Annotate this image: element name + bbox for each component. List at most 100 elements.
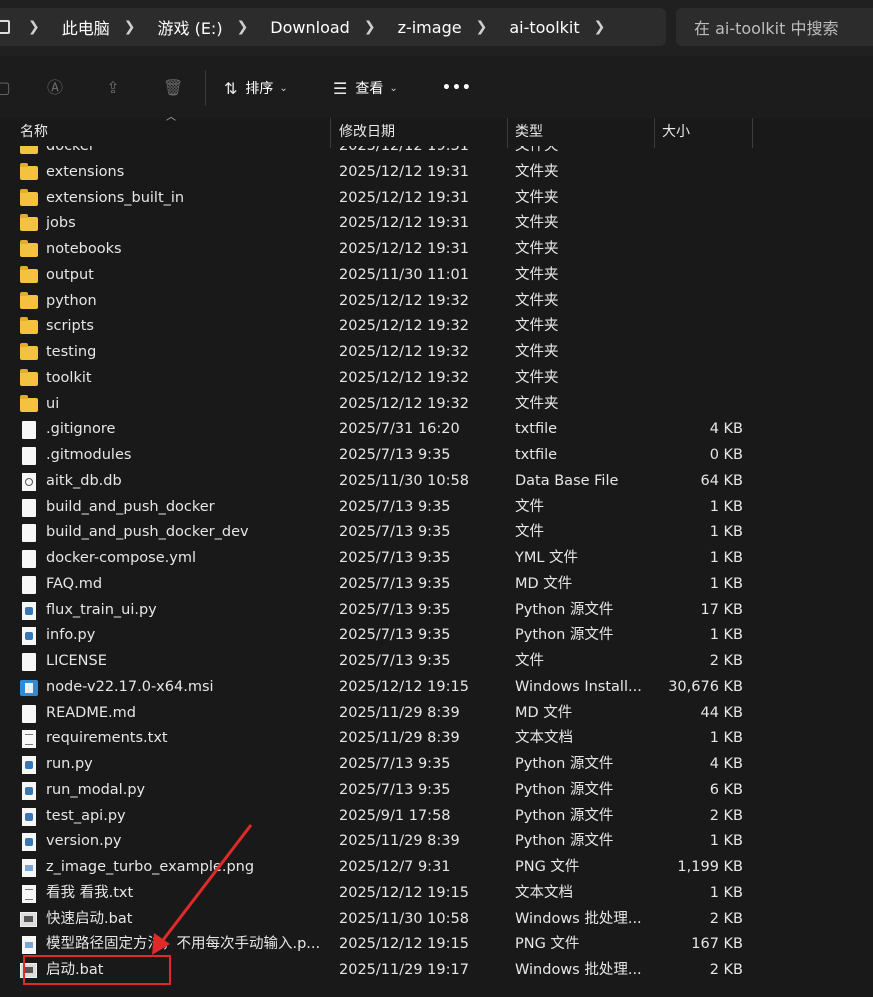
file-row[interactable]: run.py 2025/7/13 9:35 Python 源文件 4 KB	[0, 752, 873, 778]
file-row[interactable]: scripts 2025/12/12 19:32 文件夹	[0, 314, 873, 340]
file-modified-date: 2025/12/12 19:32	[339, 318, 469, 335]
file-name: jobs	[46, 215, 76, 232]
breadcrumb[interactable]: ❯ 此电脑 ❯ 游戏 (E:) ❯ Download ❯ z-image ❯ ai-to…	[0, 8, 666, 46]
file-modified-date: 2025/12/12 19:15	[339, 678, 469, 695]
file-size: 30,676 KB	[668, 678, 743, 695]
file-row[interactable]: notebooks 2025/12/12 19:31 文件夹	[0, 237, 873, 263]
file-row[interactable]: .gitignore 2025/7/31 16:20 txtfile 4 KB	[0, 417, 873, 443]
breadcrumb-item[interactable]: Download ❯	[270, 18, 397, 37]
file-modified-date: 2025/11/29 8:39	[339, 833, 460, 850]
file-row[interactable]: README.md 2025/11/29 8:39 MD 文件 44 KB	[0, 701, 873, 727]
file-row[interactable]: build_and_push_docker_dev 2025/7/13 9:35 文…	[0, 520, 873, 546]
file-row[interactable]: 快速启动.bat 2025/11/30 10:58 Windows 批处理... 2 …	[0, 907, 873, 933]
chevron-right-icon[interactable]: ❯	[476, 19, 488, 35]
breadcrumb-label[interactable]: Download	[270, 18, 350, 37]
file-modified-date: 2025/11/29 19:17	[339, 962, 469, 978]
file-row[interactable]: .gitmodules 2025/7/13 9:35 txtfile 0 KB	[0, 443, 873, 469]
file-row[interactable]: docker 2025/12/12 19:31 文件夹	[0, 146, 873, 160]
chevron-right-icon[interactable]: ❯	[28, 19, 40, 35]
file-row[interactable]: testing 2025/12/12 19:32 文件夹	[0, 340, 873, 366]
breadcrumb-item[interactable]: 此电脑 ❯	[62, 15, 158, 39]
chevron-right-icon[interactable]: ❯	[124, 19, 136, 35]
column-divider[interactable]	[507, 118, 508, 148]
chevron-right-icon[interactable]: ❯	[237, 19, 249, 35]
column-header-date[interactable]: 修改日期	[339, 118, 395, 146]
file-row[interactable]: test_api.py 2025/9/1 17:58 Python 源文件 2 KB	[0, 804, 873, 830]
file-icon	[22, 447, 36, 465]
file-modified-date: 2025/7/13 9:35	[339, 653, 451, 669]
file-icon	[22, 498, 36, 517]
breadcrumb-label[interactable]: 游戏 (E:)	[157, 15, 222, 39]
search-input[interactable]: 在 ai-toolkit 中搜索	[676, 8, 873, 46]
file-name: notebooks	[46, 241, 122, 257]
file-row[interactable]: extensions_built_in 2025/12/12 19:31 文件夹	[0, 186, 873, 212]
breadcrumb-item[interactable]: z-image ❯	[398, 18, 510, 37]
file-row[interactable]: z_image_turbo_example.png 2025/12/7 9:31 P…	[0, 855, 873, 881]
file-row[interactable]: version.py 2025/11/29 8:39 Python 源文件 1 KB	[0, 829, 873, 855]
file-type: Python 源文件	[515, 807, 614, 824]
file-row[interactable]: extensions 2025/12/12 19:31 文件夹	[0, 160, 873, 186]
more-options-button[interactable]: •••	[442, 77, 472, 99]
more-icon: •••	[442, 80, 472, 96]
file-size: 2 KB	[709, 910, 743, 927]
file-name: FAQ.md	[46, 575, 103, 592]
file-row[interactable]: node-v22.17.0-x64.msi 2025/12/12 19:15 Win…	[0, 675, 873, 701]
file-row[interactable]: aitk_db.db 2025/11/30 10:58 Data Base File…	[0, 469, 873, 495]
address-bar-area: ❯ 此电脑 ❯ 游戏 (E:) ❯ Download ❯ z-image ❯ ai-to…	[0, 0, 873, 56]
folder-icon	[20, 343, 38, 360]
file-type: Windows Install...	[515, 678, 642, 695]
breadcrumb-label[interactable]: ai-toolkit	[509, 18, 579, 37]
breadcrumb-item[interactable]: ai-toolkit ❯	[509, 18, 627, 37]
column-divider[interactable]	[752, 118, 753, 148]
breadcrumb-item[interactable]: 游戏 (E:) ❯	[157, 15, 270, 39]
file-row[interactable]: info.py 2025/7/13 9:35 Python 源文件 1 KB	[0, 623, 873, 649]
column-header-size[interactable]: 大小	[662, 118, 690, 146]
file-type: Windows 批处理...	[515, 910, 642, 927]
file-row[interactable]: toolkit 2025/12/12 19:32 文件夹	[0, 366, 873, 392]
file-row[interactable]: build_and_push_docker 2025/7/13 9:35 文件 1 K…	[0, 495, 873, 521]
column-divider[interactable]	[330, 118, 331, 148]
file-name: docker	[46, 146, 95, 154]
file-name: .gitignore	[46, 421, 116, 438]
file-row[interactable]: ui 2025/12/12 19:32 文件夹	[0, 392, 873, 418]
share-icon[interactable]: ⇪	[104, 79, 122, 97]
chevron-right-icon[interactable]: ❯	[594, 19, 606, 35]
python-file-icon	[22, 781, 36, 800]
file-modified-date: 2025/11/29 8:39	[339, 704, 460, 721]
file-row[interactable]: docker-compose.yml 2025/7/13 9:35 YML 文件 1 …	[0, 546, 873, 572]
file-modified-date: 2025/7/13 9:35	[339, 498, 451, 515]
file-type: 文件夹	[515, 189, 559, 206]
file-row[interactable]: requirements.txt 2025/11/29 8:39 文本文档 1 KB	[0, 726, 873, 752]
file-name: build_and_push_docker_dev	[46, 524, 249, 541]
file-row[interactable]: python 2025/12/12 19:32 文件夹	[0, 289, 873, 315]
breadcrumb-label[interactable]: 此电脑	[62, 15, 110, 39]
file-row[interactable]: 看我 看我.txt 2025/12/12 19:15 文本文档 1 KB	[0, 881, 873, 907]
file-name: extensions_built_in	[46, 189, 185, 206]
file-row[interactable]: jobs 2025/12/12 19:31 文件夹	[0, 211, 873, 237]
file-name: python	[46, 292, 97, 309]
file-row[interactable]: LICENSE 2025/7/13 9:35 文件 2 KB	[0, 649, 873, 675]
file-row[interactable]: FAQ.md 2025/7/13 9:35 MD 文件 1 KB	[0, 572, 873, 598]
file-type: 文件夹	[515, 369, 559, 386]
column-header-type[interactable]: 类型	[515, 118, 543, 146]
delete-icon[interactable]: 🗑	[163, 79, 183, 97]
file-size: 1 KB	[709, 575, 743, 592]
python-file-icon	[22, 833, 36, 852]
file-row[interactable]: flux_train_ui.py 2025/7/13 9:35 Python 源文件…	[0, 598, 873, 624]
rename-icon[interactable]: Ⓐ	[46, 79, 64, 97]
sort-button[interactable]: ⇅ 排序 ⌄	[224, 77, 288, 99]
folder-icon	[20, 188, 38, 206]
file-row[interactable]: run_modal.py 2025/7/13 9:35 Python 源文件 6 KB	[0, 778, 873, 804]
chevron-right-icon[interactable]: ❯	[364, 19, 376, 35]
file-row[interactable]: output 2025/11/30 11:01 文件夹	[0, 263, 873, 289]
file-modified-date: 2025/12/12 19:32	[339, 369, 469, 386]
breadcrumb-label[interactable]: z-image	[398, 18, 462, 37]
column-header-name[interactable]: 名称	[20, 118, 48, 146]
highlight-annotation-box	[23, 955, 171, 985]
view-button[interactable]: ☰ 查看 ⌄	[333, 77, 398, 99]
database-file-icon	[22, 472, 36, 491]
file-name: build_and_push_docker	[46, 498, 215, 515]
file-modified-date: 2025/12/7 9:31	[339, 859, 451, 875]
column-divider[interactable]	[654, 118, 655, 148]
new-icon[interactable]: ▢	[0, 79, 12, 97]
